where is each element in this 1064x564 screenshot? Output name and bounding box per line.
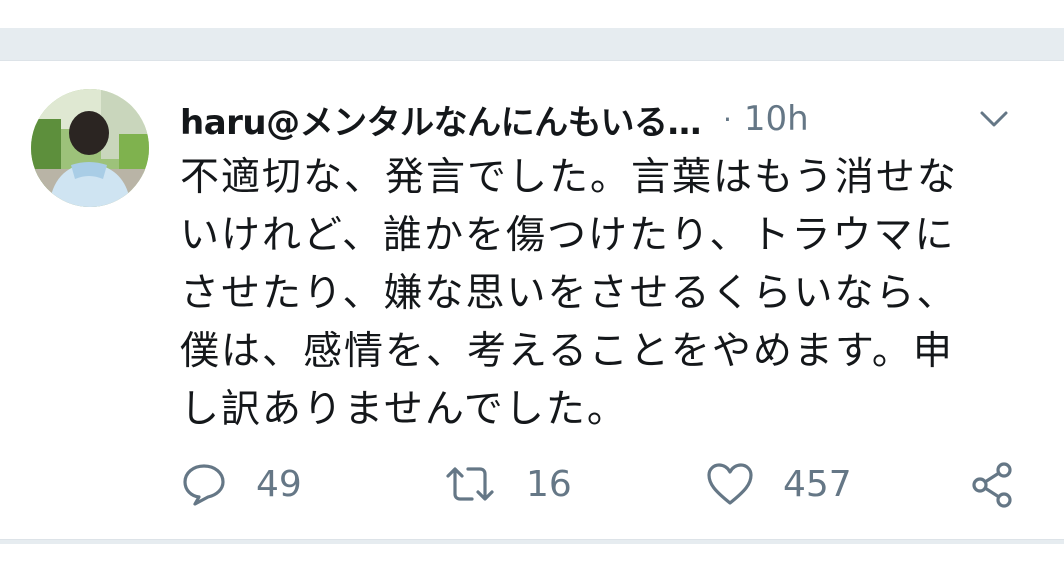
like-button[interactable]: 457	[705, 459, 852, 509]
reply-count: 49	[256, 463, 302, 505]
reply-button[interactable]: 49	[180, 459, 302, 509]
like-count: 457	[783, 463, 852, 505]
retweet-icon	[446, 467, 494, 501]
previous-tweet-edge	[0, 0, 1064, 28]
retweet-count: 16	[526, 463, 572, 505]
timestamp[interactable]: 10h	[744, 99, 809, 139]
action-bar: 49 16 457	[180, 459, 1030, 509]
tweet-text: 不適切な、発言でした。言葉はもう消せな いけれど、誰かを傷つけたり、トラウマに …	[180, 155, 958, 432]
heart-icon	[707, 463, 753, 505]
tweet-menu-button[interactable]	[976, 101, 1012, 137]
share-button[interactable]	[968, 459, 1016, 509]
display-name[interactable]: haru@メンタルなんにんもいる…	[180, 95, 701, 144]
chevron-down-icon	[980, 111, 1008, 127]
tweet-card[interactable]: haru@メンタルなんにんもいる… · 10h 不適切な、発言でした。言葉はもう…	[0, 60, 1064, 540]
tweet-header: haru@メンタルなんにんもいる… · 10h	[180, 91, 1040, 147]
profile-photo	[31, 89, 149, 207]
next-tweet-edge	[0, 544, 1064, 564]
reply-icon	[183, 464, 225, 506]
share-icon	[972, 462, 1012, 508]
avatar[interactable]	[31, 89, 149, 207]
separator-dot: ·	[722, 102, 732, 136]
retweet-button[interactable]: 16	[442, 459, 572, 509]
